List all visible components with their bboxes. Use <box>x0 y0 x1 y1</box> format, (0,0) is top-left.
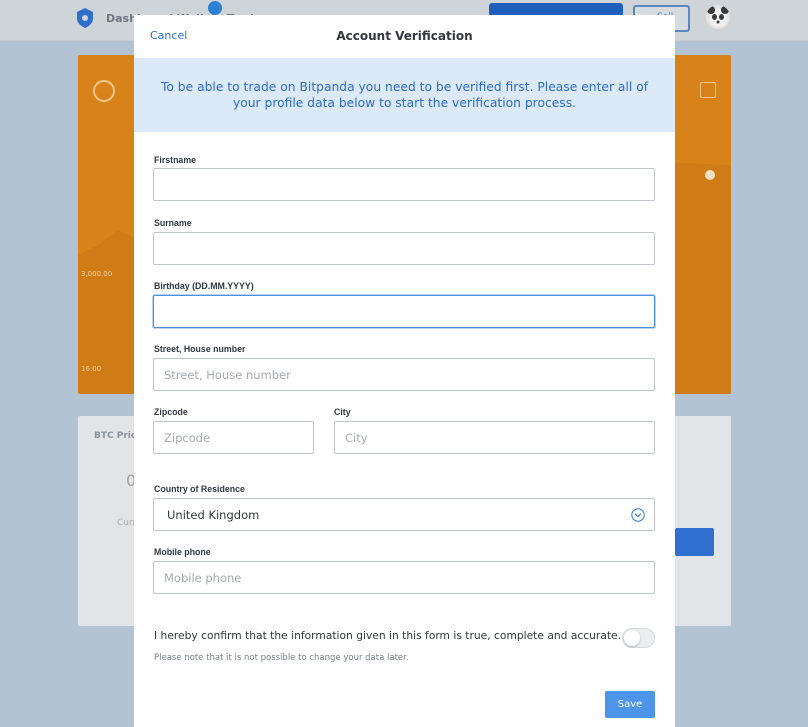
expand-icon[interactable] <box>700 82 716 98</box>
info-banner: To be able to trade on Bitpanda you need… <box>134 58 675 132</box>
mobile-input[interactable] <box>153 561 655 594</box>
cancel-button[interactable]: Cancel <box>150 29 187 42</box>
modal-header: Account Verification Cancel <box>134 15 675 58</box>
birthday-label: Birthday (DD.MM.YYYY) <box>154 281 254 291</box>
zipcode-input[interactable] <box>153 421 314 454</box>
bitcoin-icon <box>93 80 115 102</box>
bitpanda-logo-icon <box>77 8 93 28</box>
firstname-input[interactable] <box>153 168 655 201</box>
street-label: Street, House number <box>154 344 246 354</box>
chart-price-label: 3,000.00 <box>81 270 113 278</box>
info-banner-text: To be able to trade on Bitpanda you need… <box>160 79 649 111</box>
mobile-label: Mobile phone <box>154 547 211 557</box>
country-select-value: United Kingdom <box>167 508 260 522</box>
chart-time-label: 16:00 <box>81 365 102 373</box>
confirm-text: I hereby confirm that the information gi… <box>154 629 622 642</box>
chevron-down-icon <box>631 508 645 522</box>
zipcode-label: Zipcode <box>154 407 188 417</box>
surname-label: Surname <box>154 218 192 228</box>
surname-input[interactable] <box>153 232 655 265</box>
account-verification-modal: Account Verification Cancel To be able t… <box>134 15 675 727</box>
chart-marker-dot <box>705 170 715 180</box>
confirm-toggle[interactable] <box>622 628 655 648</box>
country-label: Country of Residence <box>154 484 245 494</box>
birthday-input[interactable] <box>153 295 655 328</box>
toggle-knob <box>624 630 640 646</box>
city-input[interactable] <box>334 421 655 454</box>
notification-badge[interactable] <box>208 1 222 15</box>
save-button[interactable]: Save <box>605 691 655 718</box>
street-input[interactable] <box>153 358 655 391</box>
panda-avatar-icon <box>707 6 729 27</box>
note-text: Please note that it is not possible to c… <box>154 653 409 663</box>
side-panel-button[interactable] <box>675 528 714 556</box>
country-select[interactable]: United Kingdom <box>153 498 655 531</box>
modal-title: Account Verification <box>336 29 473 43</box>
firstname-label: Firstname <box>154 155 197 165</box>
avatar[interactable] <box>706 5 730 29</box>
city-label: City <box>334 407 351 417</box>
